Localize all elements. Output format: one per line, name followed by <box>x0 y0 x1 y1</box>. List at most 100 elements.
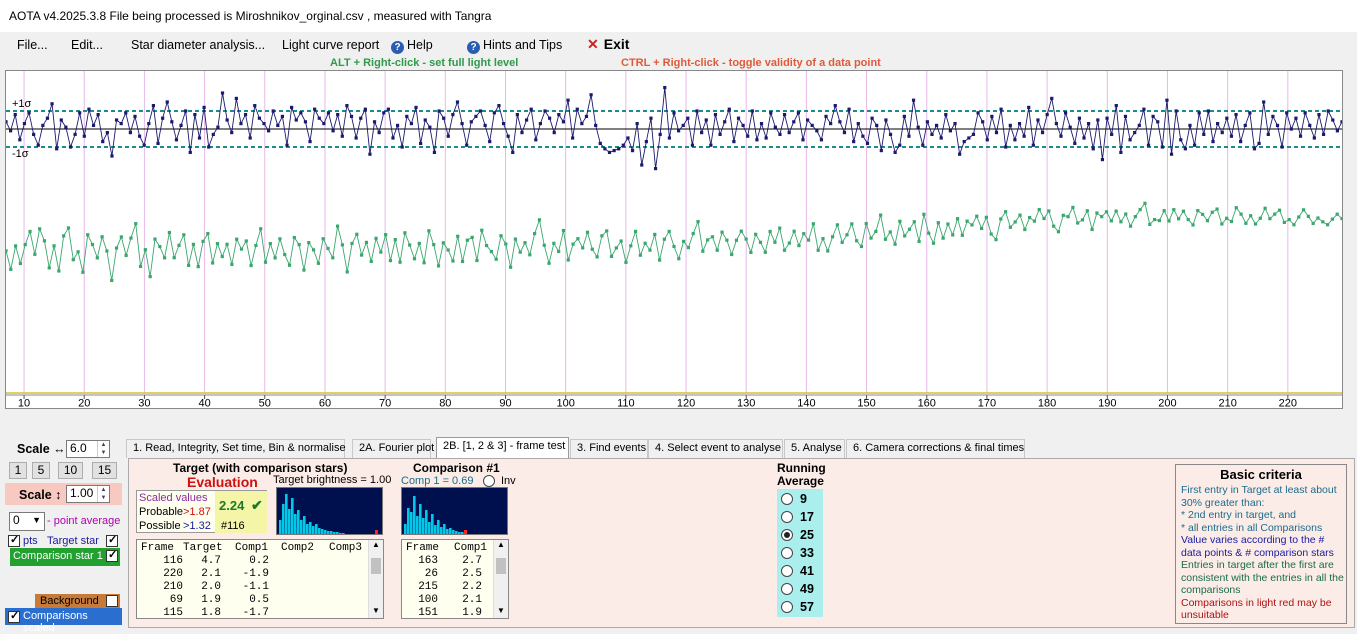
radio-button[interactable] <box>781 493 793 505</box>
radio-button[interactable] <box>781 529 793 541</box>
menu-file[interactable]: File... <box>17 38 48 52</box>
comparison-data-point <box>360 253 364 257</box>
comparison-data-point <box>1095 211 1099 215</box>
scroll-up-icon[interactable]: ▲ <box>372 540 380 549</box>
scroll-thumb[interactable] <box>371 558 381 574</box>
target-data-point <box>1312 136 1316 140</box>
zoom-button-15[interactable]: 15 <box>92 462 117 479</box>
comparison-data-point <box>494 257 498 261</box>
menu-help[interactable]: ? Help <box>391 38 433 54</box>
table-row[interactable]: 69 1.9 0.5 <box>141 594 369 607</box>
running-average-option-17[interactable]: 17 <box>781 510 821 526</box>
table-row[interactable]: 116 4.7 0.2 <box>141 555 369 568</box>
comparison-data-point <box>1037 207 1041 212</box>
possible-value: >1.32 <box>183 520 211 532</box>
pts-checkbox[interactable] <box>8 533 20 548</box>
comparison-data-point <box>672 244 676 249</box>
scale-v-spinner[interactable]: 1.00 ▲ ▼ <box>66 485 110 503</box>
inv-radio[interactable] <box>483 474 495 488</box>
point-average-select[interactable]: 0 ▼ <box>9 512 45 531</box>
radio-button[interactable] <box>781 547 793 559</box>
basic-criteria-box: Basic criteria First entry in Target at … <box>1175 464 1347 624</box>
running-average-option-41[interactable]: 41 <box>781 564 821 580</box>
menu-light-curve-report[interactable]: Light curve report <box>282 38 379 52</box>
target-table-scrollbar[interactable]: ▲ ▼ <box>368 540 383 618</box>
comparison-data-point <box>345 270 349 274</box>
table-cell: 69 <box>169 594 183 606</box>
comparison-data-point <box>706 238 710 242</box>
menu-hints[interactable]: ? Hints and Tips <box>467 38 562 54</box>
comparison-data-point <box>489 250 493 254</box>
menu-edit[interactable]: Edit... <box>71 38 103 52</box>
tab-read-integrity[interactable]: 1. Read, Integrity, Set time, Bin & norm… <box>126 439 346 458</box>
light-curve-svg[interactable]: 10 20 30 40 50 60 70 80 90 100 110 120 130 140 150 160 1… <box>6 71 1342 408</box>
scroll-down-icon[interactable]: ▼ <box>497 606 505 615</box>
target-data-point <box>243 113 248 117</box>
target-data-point <box>621 143 625 147</box>
light-curve-chart[interactable]: 10 20 30 40 50 60 70 80 90 100 110 120 130 140 150 160 1… <box>5 70 1343 409</box>
tab-find-events[interactable]: 3. Find events <box>570 439 648 458</box>
spinner-arrows-icon[interactable]: ▲ ▼ <box>97 441 109 457</box>
table-row[interactable]: 215 2.2 <box>406 581 494 594</box>
table-row[interactable]: 220 2.1 -1.9 <box>141 568 369 581</box>
target-star-checkbox[interactable] <box>106 533 118 548</box>
tab-analyse[interactable]: 5. Analyse <box>784 439 845 458</box>
inv-label: Inv <box>501 475 516 487</box>
table-row[interactable]: 151 1.9 <box>406 607 494 618</box>
comparisons-scaled-checkbox[interactable] <box>8 609 20 624</box>
tab-select-event[interactable]: 4. Select event to analyse <box>648 439 783 458</box>
comparison-data-point <box>528 253 532 257</box>
comparison-table-scrollbar[interactable]: ▲ ▼ <box>493 540 508 618</box>
target-data-point <box>1331 118 1335 122</box>
zoom-button-10[interactable]: 10 <box>58 462 83 479</box>
zoom-button-1[interactable]: 1 <box>9 462 27 479</box>
col-frame: Frame <box>406 542 440 554</box>
comparison-data-point <box>1042 216 1046 221</box>
table-row[interactable]: 26 2.5 <box>406 568 494 581</box>
running-average-option-49[interactable]: 49 <box>781 582 821 598</box>
col-comp1: Comp1 <box>454 542 488 554</box>
menu-exit[interactable]: ✕ Exit <box>587 36 629 53</box>
tab-frame-test[interactable]: 2B. [1, 2 & 3] - frame test <box>436 437 569 458</box>
comparison-data-point <box>340 243 345 247</box>
histogram-bar <box>309 522 312 534</box>
comparison-data-point <box>797 244 801 248</box>
tab-fourier-plot[interactable]: 2A. Fourier plot <box>352 439 434 458</box>
radio-button[interactable] <box>781 511 793 523</box>
comparison-table[interactable]: Frame Comp1 163 2.7 26 2.5 215 2.2 100 2.1 151 1.… <box>401 539 509 619</box>
menu-star-diameter[interactable]: Star diameter analysis... <box>131 38 265 52</box>
scale-h-spinner[interactable]: 6.0 ▲ ▼ <box>66 440 110 458</box>
running-average-option-57[interactable]: 57 <box>781 600 821 616</box>
target-data-point <box>257 116 261 120</box>
background-checkbox[interactable] <box>106 594 118 608</box>
comparison-data-point <box>806 238 811 242</box>
table-row[interactable]: 115 1.8 -1.7 <box>141 607 369 618</box>
radio-button[interactable] <box>781 565 793 577</box>
comparison-data-point <box>903 234 907 238</box>
histogram-bar <box>300 520 303 534</box>
target-data-point <box>759 122 764 126</box>
scroll-up-icon[interactable]: ▲ <box>497 540 505 549</box>
comparison-star-checkbox[interactable] <box>106 548 118 563</box>
radio-button[interactable] <box>781 601 793 613</box>
table-row[interactable]: 100 2.1 <box>406 594 494 607</box>
scroll-down-icon[interactable]: ▼ <box>372 606 380 615</box>
running-average-option-25[interactable]: 25 <box>781 528 821 544</box>
comparison-data-point <box>297 243 301 247</box>
tab-camera-corrections[interactable]: 6. Camera corrections & final times <box>846 439 1025 458</box>
zoom-button-5[interactable]: 5 <box>32 462 50 479</box>
x-tick-label: 190 <box>1098 398 1116 409</box>
target-table[interactable]: Frame Target Comp1 Comp2 Comp3 116 4.7 0.2… <box>136 539 384 619</box>
scroll-thumb[interactable] <box>496 558 506 574</box>
comparison-data-point <box>1239 212 1243 216</box>
table-row[interactable]: 163 2.7 <box>406 555 494 568</box>
comparison-data-point <box>725 238 729 242</box>
running-average-option-9[interactable]: 9 <box>781 492 821 508</box>
running-average-option-33[interactable]: 33 <box>781 546 821 562</box>
comparison-data-point <box>835 223 839 227</box>
comparison-series-line <box>6 202 1342 281</box>
target-data-point <box>907 134 911 138</box>
spinner-arrows-icon[interactable]: ▲ ▼ <box>97 486 109 502</box>
radio-button[interactable] <box>781 583 793 595</box>
table-row[interactable]: 210 2.0 -1.1 <box>141 581 369 594</box>
